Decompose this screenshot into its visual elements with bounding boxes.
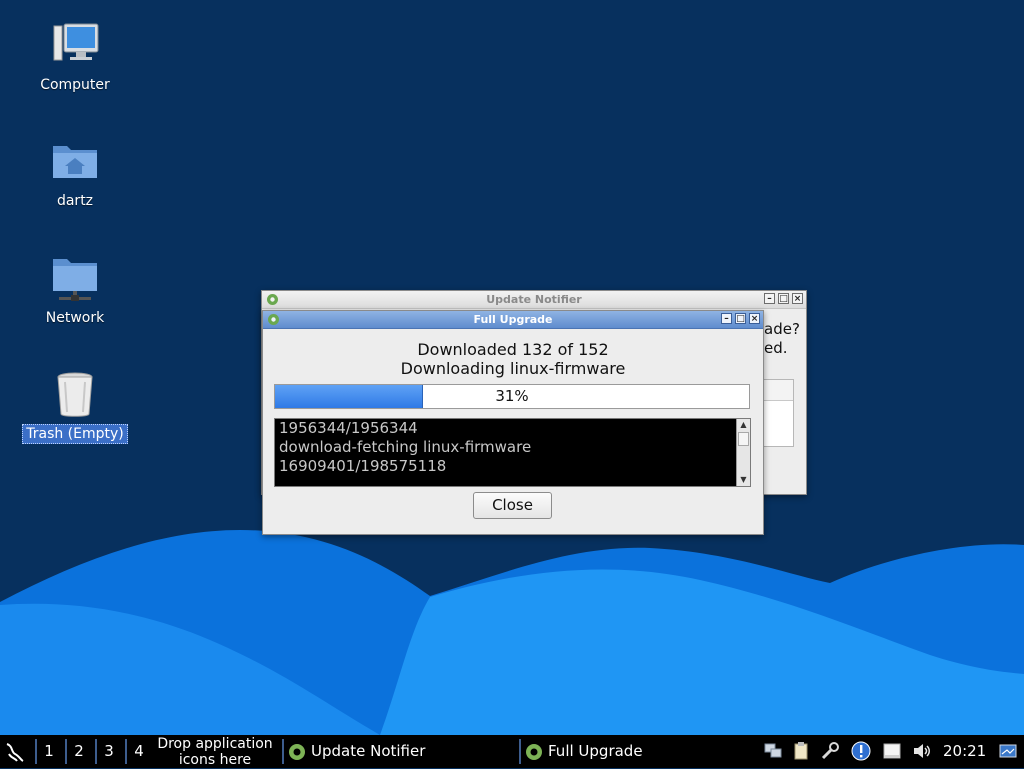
maximize-button[interactable]: □ [735,313,746,324]
scroll-down-arrow-icon[interactable]: ▼ [737,474,750,486]
terminal-scrollbar[interactable]: ▲ ▼ [736,419,750,486]
close-window-button[interactable]: × [749,313,760,324]
update-notifier-title: Update Notifier [486,293,582,306]
full-upgrade-title: Full Upgrade [473,313,553,326]
list-header [763,380,793,401]
workspace-1-button[interactable]: 1 [37,735,61,768]
update-notifier-gear-icon [267,294,278,305]
close-window-button[interactable]: × [792,293,803,304]
quick-launch-drop-area[interactable]: Drop application icons here [152,736,278,769]
trash-icon [57,372,93,417]
workspace-2-button[interactable]: 2 [67,735,91,768]
terminal-line: 16909401/198575118 [279,457,447,475]
network-status-icon[interactable] [763,741,783,761]
desktop-icon-network[interactable]: Network [20,255,130,327]
full-upgrade-window[interactable]: Full Upgrade – □ × Downloaded 132 of 152… [262,310,764,535]
task-separator [282,739,284,764]
progress-percent-label: 31% [495,387,529,405]
close-button[interactable]: Close [473,492,552,519]
network-folder-icon [53,259,97,301]
scroll-up-arrow-icon[interactable]: ▲ [737,419,750,431]
maximize-button[interactable]: □ [778,293,789,304]
full-upgrade-task-gear-icon [526,743,542,760]
update-notifier-partial-text: ade? ed. [764,320,800,357]
workspace-3-button[interactable]: 3 [97,735,121,768]
tools-icon[interactable] [820,741,840,761]
full-upgrade-gear-icon [268,314,279,325]
download-package-label: Downloading linux-firmware [400,359,626,378]
task-full-upgrade[interactable]: Full Upgrade [524,735,643,768]
update-alert-icon[interactable] [851,741,871,761]
update-notifier-task-gear-icon [289,743,305,760]
desktop-icon-computer[interactable]: Computer [20,22,130,94]
workspace-4-button[interactable]: 4 [127,735,151,768]
desktop-icon-label: Network [45,310,105,326]
download-progress-bar: 31% [274,384,750,409]
status-text: Downloaded 132 of 152 Downloading linux-… [263,340,763,378]
terminal-output[interactable]: 1956344/1956344 download-fetching linux-… [274,418,751,487]
task-label: Update Notifier [311,742,426,760]
home-folder-icon [53,146,97,178]
update-notifier-list[interactable] [762,379,794,447]
full-upgrade-titlebar[interactable]: Full Upgrade – □ × [263,311,763,329]
computer-icon [53,23,99,61]
update-notifier-titlebar[interactable]: Update Notifier – □ × [262,291,806,309]
terminal-line: 1956344/1956344 [279,419,418,437]
scrollbar-thumb[interactable] [738,432,749,446]
task-update-notifier[interactable]: Update Notifier [287,735,425,768]
volume-icon[interactable] [912,741,932,761]
taskbar: 1 2 3 4 Drop application icons here Upda… [0,735,1024,768]
desktop-icon-label: dartz [56,193,94,209]
desktop-icon-home-folder[interactable]: dartz [20,138,130,210]
minimize-button[interactable]: – [764,293,775,304]
task-label: Full Upgrade [548,742,643,760]
terminal-line: download-fetching linux-firmware [279,438,532,456]
menu-launcher-icon[interactable] [3,740,27,764]
desktop-icon-trash[interactable]: Trash (Empty) [20,370,130,444]
show-desktop-icon[interactable] [998,741,1018,761]
clock[interactable]: 20:21 [943,735,986,768]
download-count-label: Downloaded 132 of 152 [417,340,609,359]
task-separator [519,739,521,764]
removable-drive-icon[interactable] [882,741,902,761]
desktop-icon-label: Computer [40,77,110,93]
desktop-icon-label: Trash (Empty) [22,424,128,444]
minimize-button[interactable]: – [721,313,732,324]
clipboard-icon[interactable] [791,741,811,761]
